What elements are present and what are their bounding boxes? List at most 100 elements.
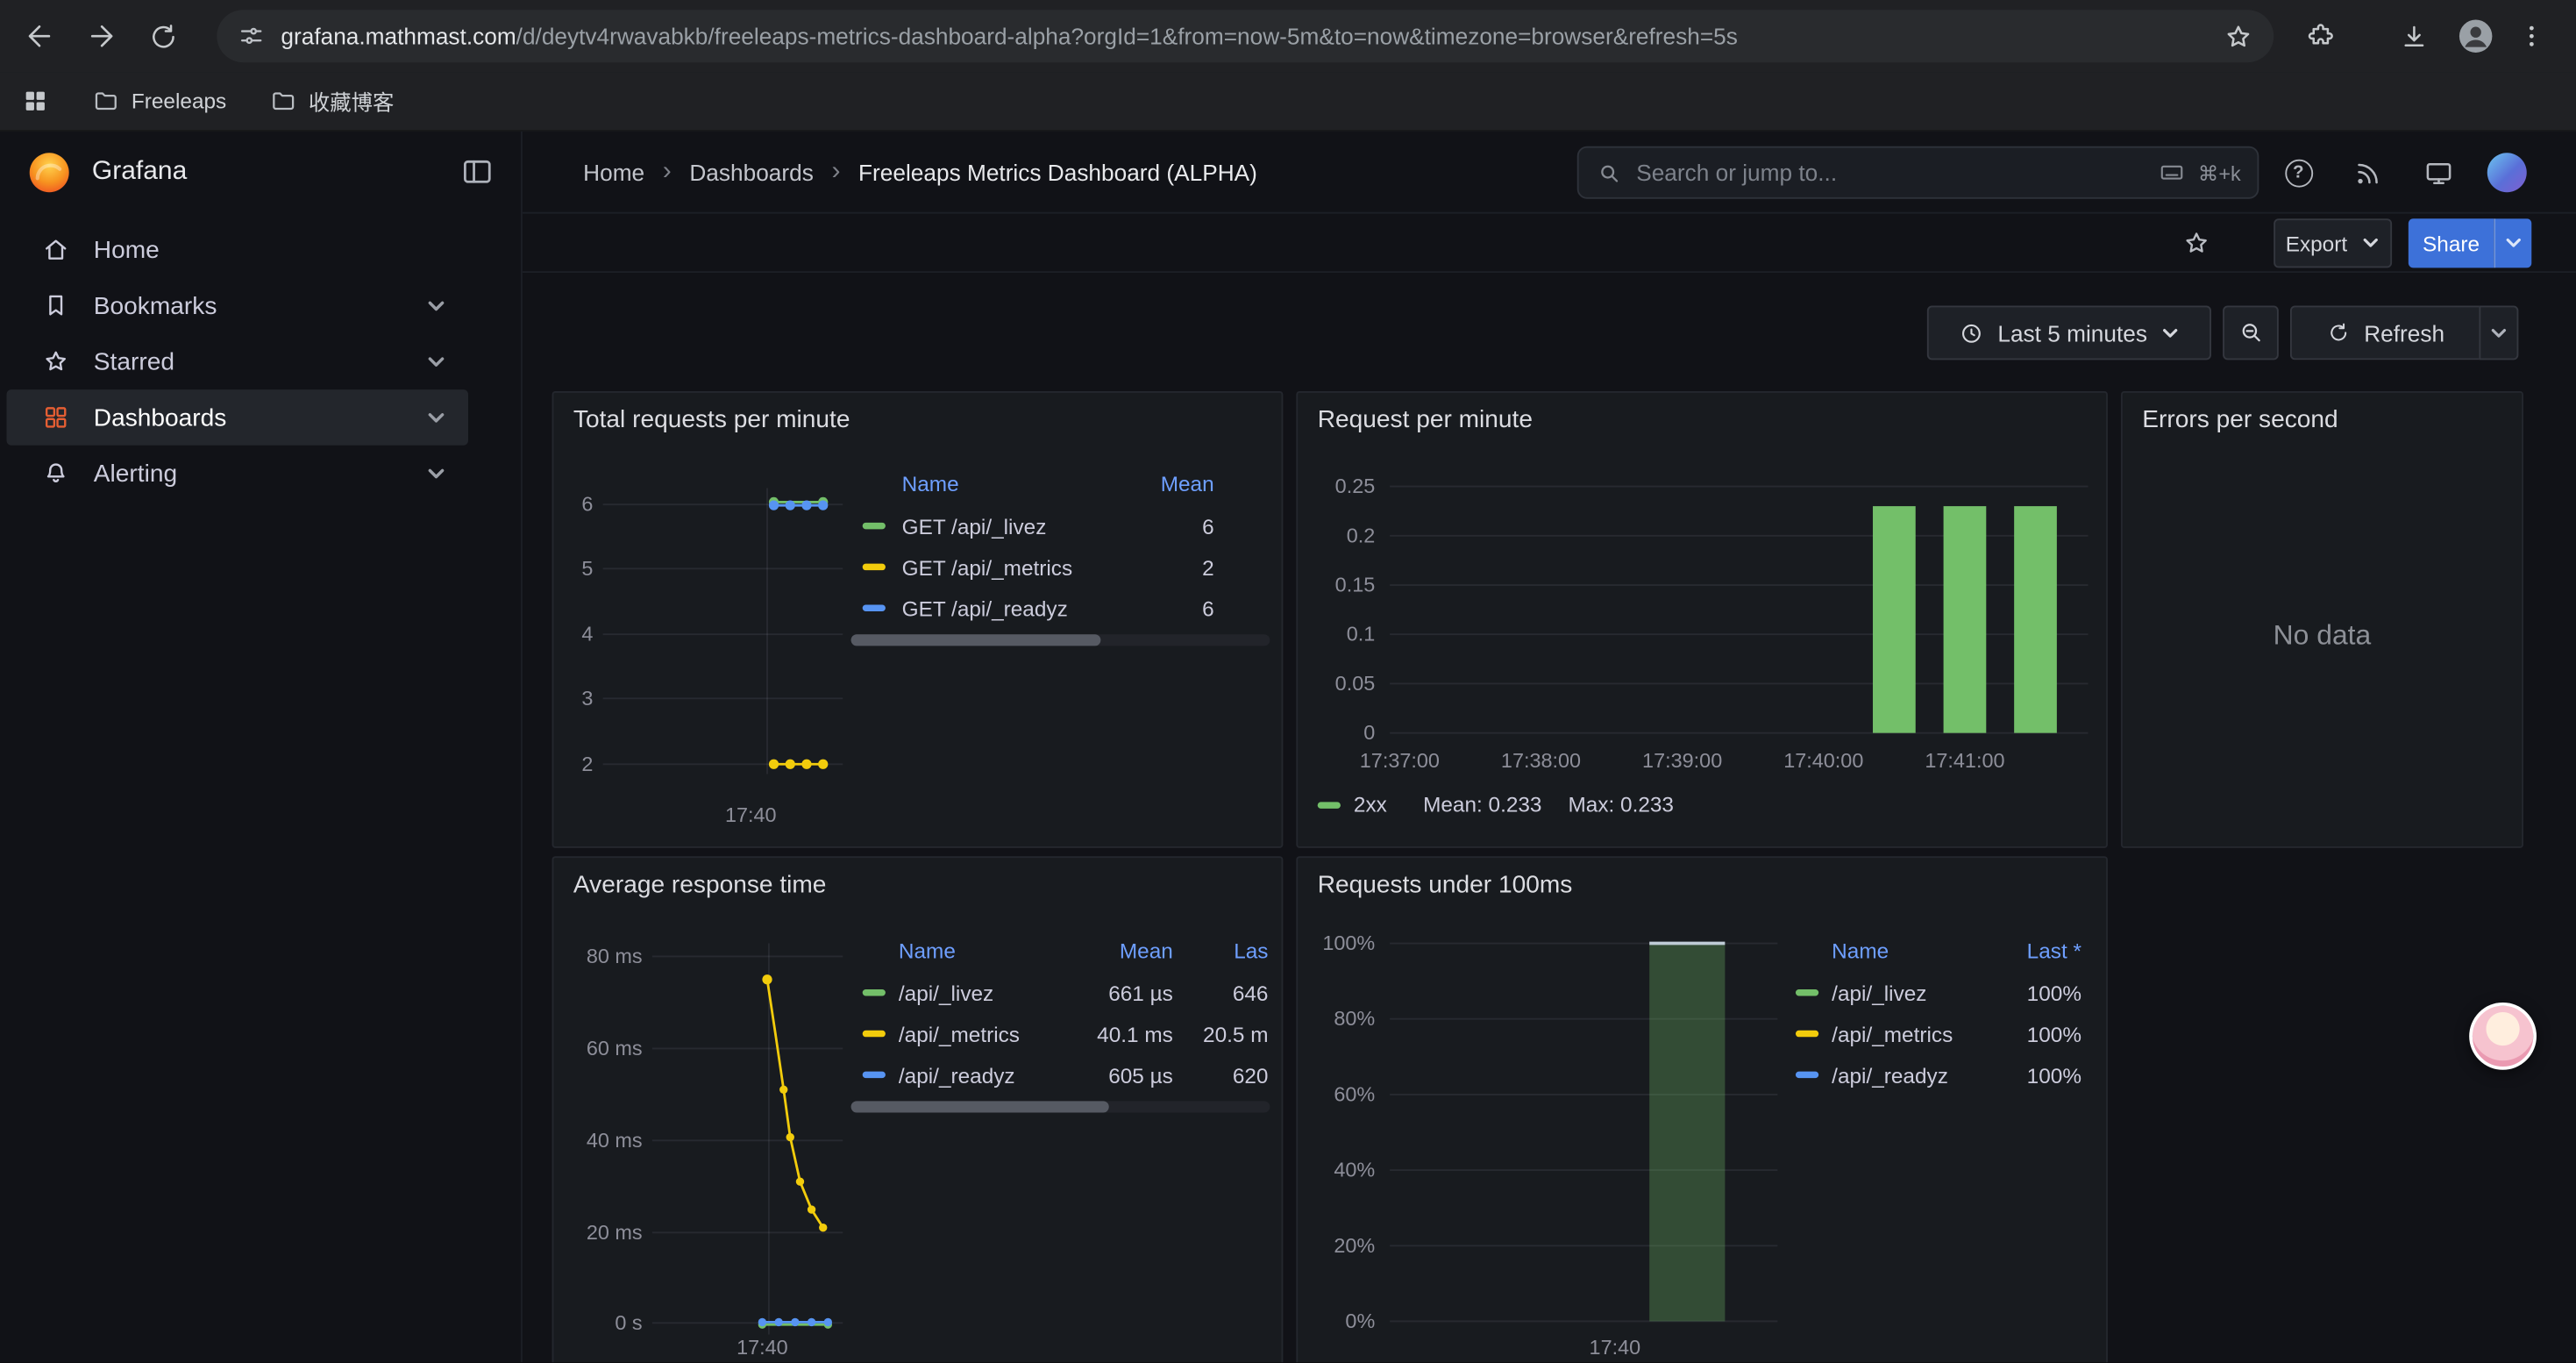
- monitor-icon[interactable]: [2418, 153, 2458, 192]
- forward-icon[interactable]: [79, 13, 125, 59]
- url-text: grafana.mathmast.com/d/deytv4rwavabkb/fr…: [281, 23, 2208, 49]
- legend-row[interactable]: /api/_livez 100%: [1796, 976, 2081, 1009]
- panel-total-requests[interactable]: Total requests per minute 6 5 4 3 2 17:4…: [552, 391, 1284, 848]
- bookmarks-bar: Freeleaps 收藏博客: [0, 72, 2576, 131]
- requests-bar-chart[interactable]: [1298, 393, 2108, 848]
- chevron-down-icon[interactable]: [425, 407, 446, 428]
- favorite-star-icon[interactable]: [2181, 228, 2211, 258]
- legend-row[interactable]: GET /api/_livez 6: [863, 510, 1214, 542]
- site-info-icon[interactable]: [237, 21, 267, 51]
- series-swatch-green[interactable]: [1796, 989, 1818, 995]
- bookmark-star-icon[interactable]: [2223, 20, 2254, 52]
- sidebar-item-home[interactable]: Home: [6, 222, 468, 278]
- search-box[interactable]: ⌘+k: [1577, 146, 2259, 199]
- folder-icon: [269, 87, 297, 115]
- series-swatch-yellow[interactable]: [863, 1031, 886, 1037]
- menu-kebab-icon[interactable]: [2508, 13, 2554, 59]
- bookmark-blogs[interactable]: 收藏博客: [269, 85, 394, 117]
- zoom-out-button[interactable]: [2223, 306, 2279, 360]
- bookmark-label: 收藏博客: [309, 85, 394, 117]
- legend-row[interactable]: /api/_metrics 40.1 ms 20.5 m: [863, 1017, 1269, 1050]
- scrollbar-thumb[interactable]: [851, 634, 1101, 646]
- breadcrumb-dashboards[interactable]: Dashboards: [689, 160, 813, 186]
- sidebar-item-starred[interactable]: Starred: [6, 333, 468, 389]
- legend-col-last[interactable]: Last *: [1996, 938, 2081, 962]
- series-swatch-yellow[interactable]: [1796, 1031, 1818, 1037]
- url-path: /d/deytv4rwavabkb/freeleaps-metrics-dash…: [516, 23, 1738, 49]
- share-button[interactable]: Share: [2409, 218, 2494, 268]
- series-swatch-green[interactable]: [863, 989, 886, 995]
- apps-grid-icon[interactable]: [21, 87, 49, 115]
- legend-header-row: Name Mean Las: [863, 933, 1269, 966]
- legend-row[interactable]: /api/_livez 661 µs 646: [863, 976, 1269, 1009]
- chevron-down-icon[interactable]: [425, 295, 446, 316]
- screen: grafana.mathmast.com/d/deytv4rwavabkb/fr…: [0, 0, 2576, 1362]
- chevron-down-icon[interactable]: [425, 462, 446, 483]
- sidebar-item-bookmarks[interactable]: Bookmarks: [6, 278, 468, 334]
- user-avatar[interactable]: [2487, 153, 2527, 192]
- legend-row[interactable]: /api/_readyz 100%: [1796, 1059, 2081, 1091]
- series-swatch-blue[interactable]: [863, 605, 886, 611]
- panel-request-per-minute[interactable]: Request per minute 0.25 0.2 0.15 0.1 0.0…: [1296, 391, 2108, 848]
- downloads-icon[interactable]: [2390, 13, 2436, 59]
- refresh-button[interactable]: Refresh: [2290, 306, 2479, 360]
- search-icon: [1595, 159, 1623, 187]
- series-swatch-blue[interactable]: [863, 1072, 886, 1078]
- scrollbar-thumb[interactable]: [851, 1101, 1109, 1112]
- legend-scrollbar[interactable]: [851, 634, 1270, 646]
- bell-icon: [41, 459, 71, 489]
- brand-row: Grafana: [0, 132, 521, 214]
- panel-errors-per-second[interactable]: Errors per second No data: [2121, 391, 2523, 848]
- chevron-down-icon: [2160, 323, 2180, 342]
- share-dropdown-button[interactable]: [2494, 218, 2531, 268]
- extensions-icon[interactable]: [2296, 13, 2342, 59]
- refresh-interval-dropdown[interactable]: [2479, 306, 2518, 360]
- export-button[interactable]: Export: [2274, 218, 2392, 268]
- sidebar-item-label: Dashboards: [94, 403, 227, 432]
- legend-col-last[interactable]: Las: [1186, 938, 1269, 962]
- profile-avatar[interactable]: [2452, 13, 2498, 59]
- assistant-avatar-widget[interactable]: [2469, 1003, 2537, 1070]
- news-rss-icon[interactable]: [2348, 153, 2387, 192]
- series-swatch-blue[interactable]: [1796, 1072, 1818, 1078]
- legend-row[interactable]: GET /api/_readyz 6: [863, 592, 1214, 624]
- url-bar[interactable]: grafana.mathmast.com/d/deytv4rwavabkb/fr…: [217, 10, 2274, 62]
- sidebar-item-label: Alerting: [94, 460, 177, 488]
- back-icon[interactable]: [17, 13, 62, 59]
- home-icon: [41, 235, 71, 265]
- legend-row[interactable]: /api/_readyz 605 µs 620: [863, 1059, 1269, 1091]
- legend-row[interactable]: 2xx Mean: 0.233 Max: 0.233: [1318, 792, 1674, 817]
- reload-icon[interactable]: [139, 13, 185, 59]
- star-icon: [41, 346, 71, 376]
- series-swatch-yellow[interactable]: [863, 564, 886, 570]
- sidebar-item-dashboards[interactable]: Dashboards: [6, 389, 468, 446]
- breadcrumb-home[interactable]: Home: [583, 160, 644, 186]
- sidebar-item-alerting[interactable]: Alerting: [6, 446, 468, 502]
- legend-row[interactable]: GET /api/_metrics 2: [863, 551, 1214, 583]
- legend-row[interactable]: /api/_metrics 100%: [1796, 1017, 2081, 1050]
- search-input[interactable]: [1636, 160, 2145, 186]
- clock-icon: [1958, 319, 1984, 346]
- legend-col-mean[interactable]: Mean: [1132, 471, 1214, 496]
- sidebar-item-label: Bookmarks: [94, 292, 217, 320]
- bookmark-freeleaps[interactable]: Freeleaps: [92, 87, 226, 115]
- panel-avg-response-time[interactable]: Average response time 80 ms 60 ms 40 ms …: [552, 856, 1284, 1362]
- legend-col-name[interactable]: Name: [902, 471, 1116, 496]
- legend-col-name[interactable]: Name: [899, 938, 1051, 962]
- grafana-logo[interactable]: [25, 148, 74, 197]
- legend-col-name[interactable]: Name: [1832, 938, 1982, 962]
- dashboard-actions-bar: Export Share: [523, 214, 2576, 273]
- legend-col-mean[interactable]: Mean: [1064, 938, 1173, 962]
- legend-scrollbar[interactable]: [851, 1101, 1270, 1112]
- time-range-picker[interactable]: Last 5 minutes: [1927, 306, 2211, 360]
- dock-sidebar-icon[interactable]: [460, 154, 495, 189]
- series-label[interactable]: 2xx: [1354, 792, 1387, 817]
- legend-max: Max: 0.233: [1568, 792, 1674, 817]
- series-swatch-green[interactable]: [1318, 801, 1341, 807]
- url-domain: grafana.mathmast.com: [281, 23, 516, 49]
- series-swatch-green[interactable]: [863, 523, 886, 529]
- chevron-down-icon[interactable]: [425, 351, 446, 372]
- bookmark-label: Freeleaps: [132, 89, 226, 113]
- panel-requests-under-100ms[interactable]: Requests under 100ms 100% 80% 60% 40% 20…: [1296, 856, 2108, 1362]
- help-icon[interactable]: ?: [2279, 153, 2318, 192]
